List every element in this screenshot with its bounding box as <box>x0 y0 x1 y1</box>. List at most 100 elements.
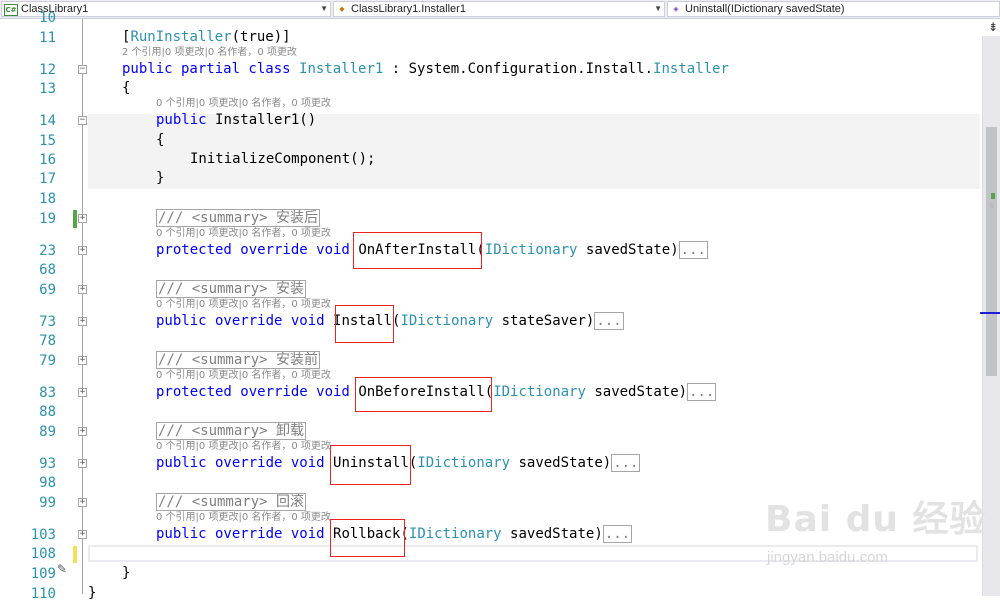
scrollbar-marker <box>990 203 993 208</box>
base-type: Installer <box>653 61 729 77</box>
xml-doc-comment[interactable]: /// <summary> 安装后 <box>156 209 321 227</box>
expand-icon[interactable]: + <box>78 317 87 326</box>
line-number: 79 <box>39 353 56 369</box>
member-dropdown-label: Uninstall(IDictionary savedState) <box>685 3 845 15</box>
highlight-box <box>353 232 482 269</box>
split-window-icon[interactable]: ⇟ <box>986 20 1000 34</box>
inheritance-colon: : <box>383 61 409 77</box>
expand-icon[interactable]: + <box>78 388 87 397</box>
keyword: public <box>156 112 207 128</box>
collapsed-body[interactable]: ... <box>594 312 624 330</box>
param-name: savedState) <box>577 242 679 258</box>
highlight-box <box>330 519 405 557</box>
codelens-info[interactable]: 2 个引用|0 项更改|0 名作者，0 项更改 <box>122 47 297 59</box>
line-number: 17 <box>39 171 56 187</box>
expand-icon[interactable]: + <box>78 285 87 294</box>
codelens-info[interactable]: 0 个引用|0 项更改|0 名作者，0 项更改 <box>156 299 331 311</box>
line-number: 68 <box>39 262 56 278</box>
line-number: 98 <box>39 475 56 491</box>
edit-pencil-icon: ✎ <box>57 562 68 576</box>
member-dropdown[interactable]: ◈ Uninstall(IDictionary savedState) <box>667 1 1000 17</box>
navigation-bar: C# ClassLibrary1 ▼ ◆ ClassLibrary1.Install… <box>0 0 1000 19</box>
param-type: IDictionary <box>400 313 494 329</box>
line-number: 13 <box>39 81 56 97</box>
class-icon: ◆ <box>339 5 345 13</box>
expand-icon[interactable]: + <box>78 356 87 365</box>
xml-doc-comment[interactable]: /// <summary> 回滚 <box>156 493 307 511</box>
line-number: 93 <box>39 456 56 472</box>
baidu-watermark-url: jingyan.baidu.com <box>767 549 888 566</box>
method-modifiers: public override void <box>156 313 325 329</box>
highlight-box <box>335 305 394 343</box>
chevron-down-icon: ▼ <box>654 4 662 13</box>
collapse-icon[interactable]: − <box>78 116 87 125</box>
expand-icon[interactable]: + <box>78 459 87 468</box>
method-modifiers: public override void <box>156 526 325 542</box>
constructor-name: Installer1() <box>215 112 317 128</box>
code-line: [RunInstaller(true)] <box>122 29 291 46</box>
collapsed-body[interactable]: ... <box>687 383 717 401</box>
method-icon: ◈ <box>673 5 679 13</box>
expand-icon[interactable]: + <box>78 214 87 223</box>
line-number: 83 <box>39 385 56 401</box>
collapsed-summary: /// <summary> 回滚 <box>156 493 307 511</box>
base-namespace: System.Configuration.Install. <box>408 61 654 77</box>
param-type: IDictionary <box>417 455 511 471</box>
collapsed-body[interactable]: ... <box>611 454 641 472</box>
baidu-watermark-logo: Bai du 经验 <box>765 499 987 540</box>
scrollbar-thumb[interactable] <box>986 127 997 376</box>
collapsed-body[interactable]: ... <box>602 525 633 543</box>
brace: } <box>88 585 97 601</box>
brace: } <box>156 170 165 186</box>
method-modifiers: protected override void <box>156 384 350 400</box>
brace: { <box>156 132 165 148</box>
expand-icon[interactable]: + <box>78 246 87 255</box>
codelens-info[interactable]: 0 个引用|0 项更改|0 名作者，0 项更改 <box>156 512 331 524</box>
codelens-info[interactable]: 0 个引用|0 项更改|0 名作者，0 项更改 <box>156 441 331 453</box>
line-number: 69 <box>39 282 56 298</box>
param-name: stateSaver) <box>493 313 595 329</box>
param-type: IDictionary <box>484 242 578 258</box>
line-number: 103 <box>30 527 56 543</box>
scrollbar-change-marker <box>991 193 995 199</box>
line-number: 19 <box>39 211 56 227</box>
param-name: savedState) <box>501 526 603 542</box>
param-name: savedState) <box>585 384 688 400</box>
codelens-info[interactable]: 0 个引用|0 项更改|0 名作者，0 项更改 <box>156 228 331 240</box>
collapse-icon[interactable]: − <box>78 65 87 74</box>
line-number: 16 <box>39 152 56 168</box>
type-dropdown-label: ClassLibrary1.Installer1 <box>351 3 466 15</box>
line-number: 89 <box>39 424 56 440</box>
method-modifiers: public override void <box>156 455 325 471</box>
line-number: 108 <box>30 546 56 562</box>
line-number: 109 <box>30 566 56 582</box>
line-number: 73 <box>39 314 56 330</box>
expand-icon[interactable]: + <box>78 498 87 507</box>
line-number: 15 <box>39 133 56 149</box>
line-number: 88 <box>39 404 56 420</box>
codelens-info[interactable]: 0 个引用|0 项更改|0 名作者，0 项更改 <box>156 370 331 382</box>
class-name: Installer1 <box>299 61 384 77</box>
param-type: IDictionary <box>408 526 502 542</box>
type-dropdown[interactable]: ◆ ClassLibrary1.Installer1 ▼ <box>333 1 665 17</box>
chevron-down-icon: ▼ <box>320 4 328 13</box>
outline-guide <box>82 19 83 594</box>
attribute-args: (true)] <box>231 29 291 45</box>
collapsed-summary: /// <summary> 安装 <box>156 280 307 298</box>
class-keywords: public partial class <box>122 61 291 77</box>
expand-icon[interactable]: + <box>78 530 87 539</box>
code-line: InitializeComponent(); <box>190 151 376 167</box>
line-number: 14 <box>39 113 56 129</box>
highlight-box <box>355 377 492 412</box>
line-number: 11 <box>39 30 56 46</box>
line-number: 12 <box>39 62 56 78</box>
attribute-name: RunInstaller <box>130 29 232 45</box>
expand-icon[interactable]: + <box>78 427 87 436</box>
method-modifiers: protected override void <box>156 242 350 258</box>
xml-doc-comment[interactable]: /// <summary> 安装前 <box>156 351 321 369</box>
code-line: public partial class Installer1 : System… <box>122 61 729 78</box>
codelens-info[interactable]: 0 个引用|0 项更改|0 名作者，0 项更改 <box>156 98 331 110</box>
xml-doc-comment[interactable]: /// <summary> 安装 <box>156 280 307 298</box>
xml-doc-comment[interactable]: /// <summary> 卸载 <box>156 422 307 440</box>
collapsed-body[interactable]: ... <box>678 241 708 259</box>
